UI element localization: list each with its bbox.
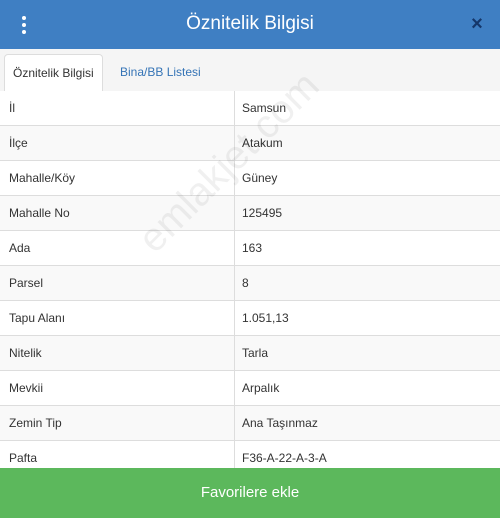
dialog-title: Öznitelik Bilgisi <box>186 13 314 34</box>
attribute-key: Mahalle No <box>0 196 235 230</box>
attribute-value: 125495 <box>242 206 283 220</box>
attribute-key: İl <box>0 91 235 125</box>
attribute-value: Samsun <box>242 101 287 115</box>
table-row: Nitelik Tarla <box>0 336 500 371</box>
tab-bar: Öznitelik Bilgisi Bina/BB Listesi <box>0 49 500 92</box>
table-row: Mahalle No 125495 <box>0 196 500 231</box>
attribute-key: Mevkii <box>0 371 235 405</box>
attribute-key: Mahalle/Köy <box>0 161 235 195</box>
dialog-header: Öznitelik Bilgisi × <box>0 0 500 49</box>
table-row: İlçe Atakum <box>0 126 500 161</box>
attribute-key: İlçe <box>0 126 235 160</box>
attribute-key: Tapu Alanı <box>0 301 235 335</box>
table-row: Mevkii Arpalık <box>0 371 500 406</box>
table-row: Mahalle/Köy Güney <box>0 161 500 196</box>
attribute-key: Parsel <box>0 266 235 300</box>
add-to-favorites-button[interactable]: Favorilere ekle <box>0 468 500 518</box>
table-row: Ada 163 <box>0 231 500 266</box>
attribute-key: Zemin Tip <box>0 406 235 440</box>
attribute-value: 8 <box>242 276 249 290</box>
attribute-key: Ada <box>0 231 235 265</box>
tab-attribute-info[interactable]: Öznitelik Bilgisi <box>4 54 103 92</box>
close-icon[interactable]: × <box>468 12 486 36</box>
tab-building-list[interactable]: Bina/BB Listesi <box>112 54 209 90</box>
table-row: Zemin Tip Ana Taşınmaz <box>0 406 500 441</box>
table-row: Parsel 8 <box>0 266 500 301</box>
attribute-table: İl Samsun İlçe Atakum Mahalle/Köy Güney … <box>0 91 500 476</box>
attribute-value: 1.051,13 <box>242 311 289 325</box>
attribute-value: Güney <box>242 171 278 185</box>
attribute-value: Tarla <box>242 346 269 360</box>
attribute-value: Ana Taşınmaz <box>242 416 318 430</box>
attribute-value: Arpalık <box>242 381 280 395</box>
attribute-key: Nitelik <box>0 336 235 370</box>
table-row: Tapu Alanı 1.051,13 <box>0 301 500 336</box>
attribute-value: 163 <box>242 241 263 255</box>
table-row: İl Samsun <box>0 91 500 126</box>
attribute-value: Atakum <box>242 136 283 150</box>
